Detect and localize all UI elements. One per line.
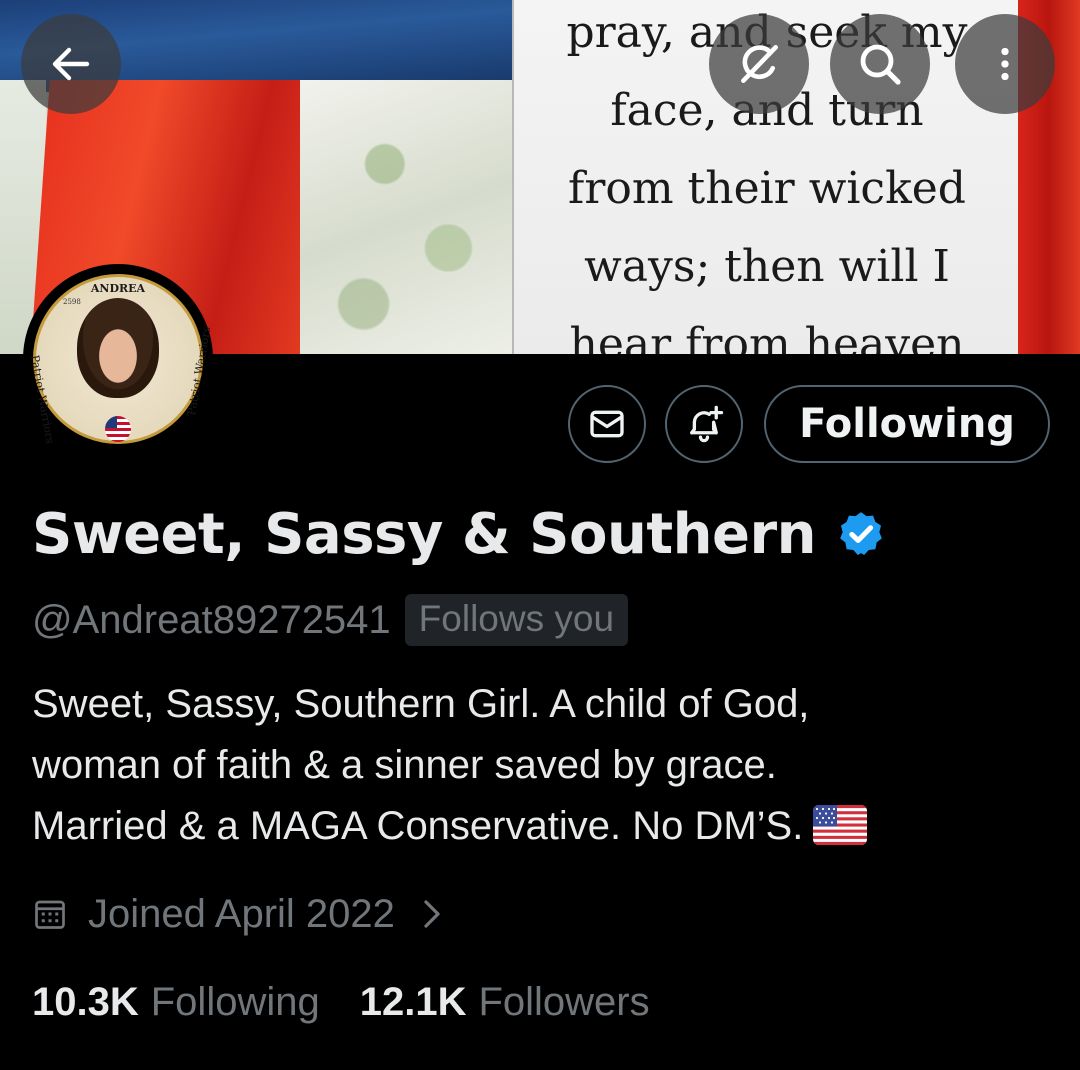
bio-line-last: Married & a MAGA Conservative. No DM’S. [32,796,1052,857]
display-name: Sweet, Sassy & Southern [32,501,816,567]
followers-stat-link[interactable]: 12.1K Followers [360,980,650,1025]
search-button[interactable] [830,14,930,114]
bio-line: woman of faith & a sinner saved by grace… [32,743,777,787]
us-flag-emoji-icon [813,805,868,845]
avatar-badge-name: ANDREA [90,282,146,295]
followers-label: Followers [478,979,650,1024]
following-count: 10.3K [32,979,139,1024]
more-options-button[interactable] [955,14,1055,114]
avatar[interactable]: ANDREA 2598 Patriot Warriors Patriot War… [23,264,213,454]
handle-row: @Andreat89272541 Follows you [32,590,629,650]
grok-icon [741,45,778,83]
follow-stats-row: 10.3K Following 12.1K Followers [32,972,650,1032]
joined-date-text: Joined April 2022 [88,891,395,936]
mail-icon [590,410,624,438]
back-button[interactable] [21,14,121,114]
username-handle: @Andreat89272541 [32,597,391,642]
us-flag-icon [105,416,131,442]
notifications-button[interactable] [665,385,743,463]
following-stat-link[interactable]: 10.3K Following [32,980,320,1025]
calendar-icon [35,900,65,929]
more-vertical-icon [1001,47,1009,81]
bio-line: Sweet, Sassy, Southern Girl. A child of … [32,682,810,726]
avatar-portrait [77,298,159,398]
avatar-badge-number: 2598 [63,298,81,306]
bell-plus-icon [690,405,724,443]
verified-badge-icon[interactable] [836,509,886,559]
following-label: Following [150,979,320,1024]
chevron-right-icon [424,900,440,928]
followers-count: 12.1K [359,979,467,1024]
search-icon [860,44,901,85]
joined-date-row[interactable]: Joined April 2022 [32,884,445,944]
bio-line-text: Married & a MAGA Conservative. No DM’S. [32,804,804,848]
profile-bio: Sweet, Sassy, Southern Girl. A child of … [32,674,1052,857]
display-name-row: Sweet, Sassy & Southern [32,494,886,574]
following-button[interactable]: Following [764,385,1050,463]
follows-you-badge: Follows you [404,594,629,646]
flag-white-stripe [300,80,512,354]
grok-button[interactable] [709,14,809,114]
message-button[interactable] [568,385,646,463]
arrow-left-icon [52,47,90,81]
